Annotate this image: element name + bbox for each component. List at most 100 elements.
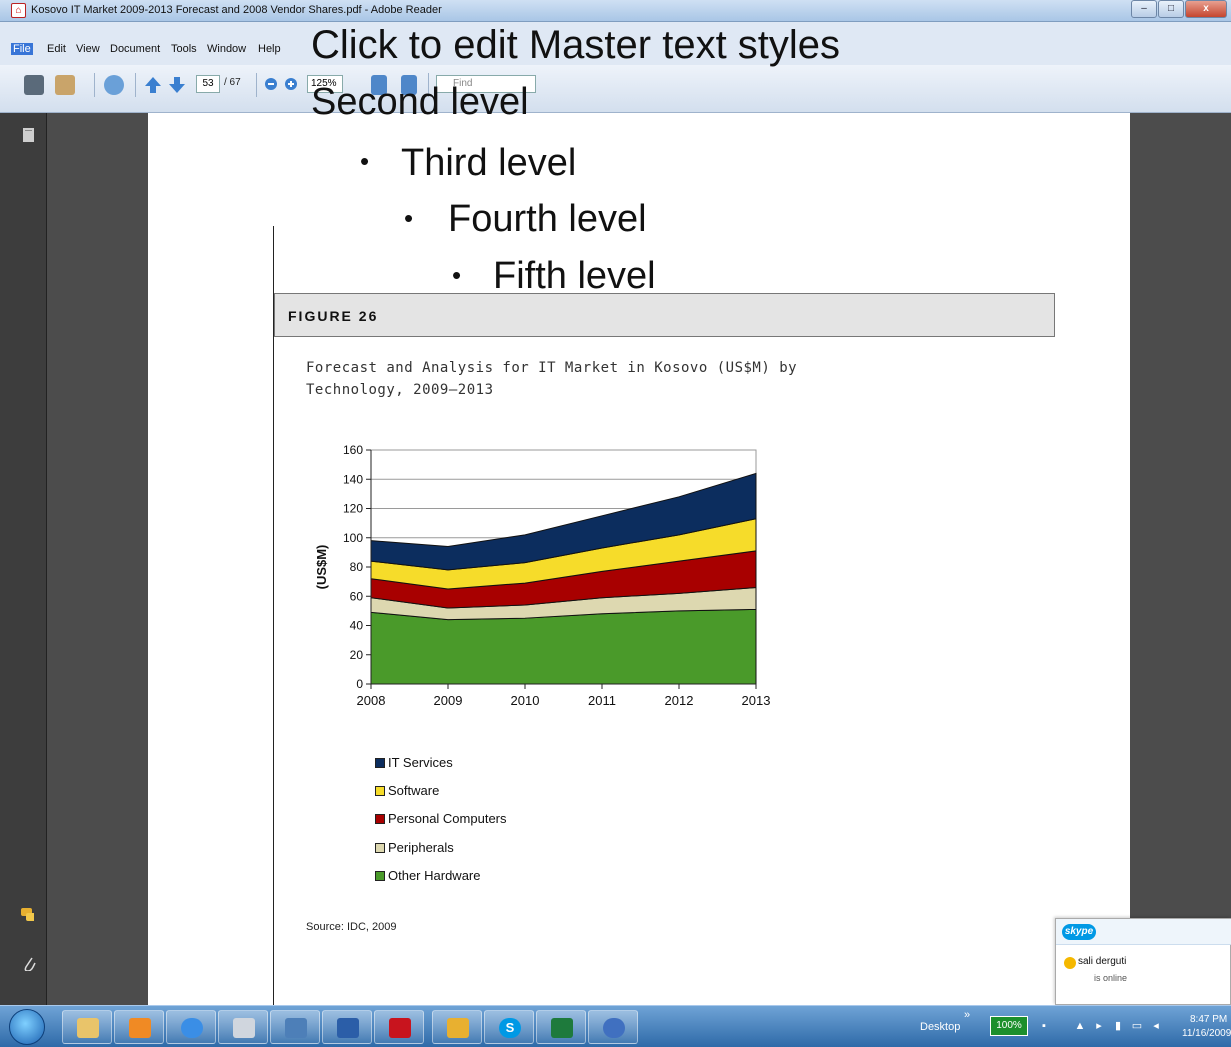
- show-hidden-icons[interactable]: ▲: [1074, 1019, 1086, 1033]
- bullet-level-5: •: [452, 260, 462, 290]
- action-center-flag-icon[interactable]: ▸: [1093, 1019, 1105, 1033]
- y-tick-label: 160: [343, 443, 363, 457]
- figure-caption-line-1: Forecast and Analysis for IT Market in K…: [306, 360, 798, 376]
- menu-file[interactable]: File: [11, 43, 33, 55]
- legend-label: Software: [388, 783, 440, 798]
- toolbar-chevron-icon[interactable]: »: [964, 1009, 970, 1021]
- previous-page-icon[interactable]: [144, 76, 162, 94]
- taskbar-calculator[interactable]: [218, 1010, 268, 1044]
- word-icon: [337, 1018, 359, 1038]
- master-level-2: Second level: [311, 81, 529, 123]
- y-tick-label: 120: [343, 502, 363, 516]
- taskbar-media-center[interactable]: [114, 1010, 164, 1044]
- x-tick-label: 2008: [357, 693, 386, 708]
- legend-swatch: [375, 758, 385, 768]
- y-tick-label: 100: [343, 531, 363, 545]
- taskbar-word[interactable]: [322, 1010, 372, 1044]
- outlook-icon: [447, 1018, 469, 1038]
- adobe-reader-icon: [389, 1018, 411, 1038]
- y-tick-label: 60: [350, 589, 364, 603]
- menu-tools[interactable]: Tools: [171, 43, 197, 55]
- print-icon[interactable]: [24, 75, 44, 95]
- taskbar-adobe-reader[interactable]: [374, 1010, 424, 1044]
- attachments-icon[interactable]: [22, 955, 36, 971]
- collaborate-icon[interactable]: [104, 75, 124, 95]
- document-margin-right: [1130, 113, 1231, 1005]
- menu-edit[interactable]: Edit: [47, 43, 66, 55]
- x-tick-label: 2011: [588, 693, 616, 708]
- master-title: Click to edit Master text styles: [311, 23, 841, 67]
- skype-logo-icon: skype: [1062, 924, 1096, 940]
- battery-indicator[interactable]: 100%: [990, 1016, 1028, 1036]
- legend-label: IT Services: [388, 755, 453, 770]
- calculator-icon: [233, 1018, 255, 1038]
- online-status-icon: [1064, 957, 1076, 969]
- taskbar-explorer[interactable]: [62, 1010, 112, 1044]
- figure-source: Source: IDC, 2009: [306, 921, 397, 933]
- area-other-hardware: [370, 608, 757, 685]
- page-vertical-rule: [273, 226, 274, 1005]
- title-bar: ⌂ Kosovo IT Market 2009-2013 Forecast an…: [0, 0, 1231, 22]
- zoom-in-icon[interactable]: [284, 77, 298, 91]
- taskbar-skype[interactable]: S: [484, 1010, 534, 1044]
- window-controls: – □ x: [1130, 0, 1227, 20]
- skype-contact-name[interactable]: sali derguti: [1078, 956, 1126, 967]
- next-page-icon[interactable]: [168, 76, 186, 94]
- menu-view[interactable]: View: [76, 43, 100, 55]
- y-tick-label: 140: [343, 472, 363, 486]
- folder-icon: [77, 1018, 99, 1038]
- create-pdf-icon[interactable]: [55, 75, 75, 95]
- toolbar-separator: [256, 73, 257, 97]
- master-level-3: Third level: [401, 142, 577, 184]
- internet-explorer-icon: [181, 1018, 203, 1038]
- figure-header: FIGURE 26: [274, 293, 1055, 337]
- y-tick-label: 80: [350, 560, 364, 574]
- bullet-level-3: •: [360, 146, 370, 176]
- legend-swatch: [375, 843, 385, 853]
- clock-date[interactable]: 11/16/2009: [1182, 1028, 1231, 1039]
- y-tick-label: 40: [350, 619, 364, 633]
- skype-notification[interactable]: skype sali derguti is online: [1055, 918, 1231, 1005]
- taskbar-app[interactable]: [270, 1010, 320, 1044]
- minimize-button[interactable]: –: [1131, 0, 1157, 18]
- power-plug-icon[interactable]: ▪: [1038, 1019, 1050, 1033]
- legend-swatch: [375, 871, 385, 881]
- legend-swatch: [375, 814, 385, 824]
- taskbar-outlook[interactable]: [432, 1010, 482, 1044]
- comments-icon[interactable]: [20, 907, 34, 923]
- taskbar-internet-explorer[interactable]: [166, 1010, 216, 1044]
- document-margin-left: [47, 113, 148, 1005]
- pages-icon[interactable]: [22, 127, 36, 143]
- close-button[interactable]: x: [1185, 0, 1227, 18]
- taskbar: S Desktop » 100% ▪ ▲ ▸ ▮ ▭ ◂ 8:47 PM 11/…: [0, 1005, 1231, 1047]
- legend-label: Peripherals: [388, 840, 454, 855]
- device-icon[interactable]: ▮: [1112, 1019, 1124, 1033]
- legend-label: Personal Computers: [388, 811, 507, 826]
- network-icon[interactable]: ▭: [1131, 1019, 1143, 1033]
- x-tick-label: 2010: [511, 693, 540, 708]
- figure-caption: Forecast and Analysis for IT Market in K…: [306, 357, 797, 401]
- page-number-input[interactable]: 53: [196, 75, 220, 93]
- y-tick-label: 0: [356, 677, 363, 691]
- y-tick-label: 20: [350, 648, 364, 662]
- clock-time[interactable]: 8:47 PM: [1190, 1014, 1227, 1025]
- menu-help[interactable]: Help: [258, 43, 281, 55]
- start-button[interactable]: [9, 1009, 45, 1045]
- taskbar-excel[interactable]: [536, 1010, 586, 1044]
- media-player-icon: [603, 1018, 625, 1038]
- zoom-out-icon[interactable]: [264, 77, 278, 91]
- menu-document[interactable]: Document: [110, 43, 160, 55]
- toolbar: 53 / 67 125% Find: [0, 65, 1231, 113]
- maximize-button[interactable]: □: [1158, 0, 1184, 18]
- menu-window[interactable]: Window: [207, 43, 246, 55]
- app-icon: [285, 1018, 307, 1038]
- page-total: / 67: [224, 77, 241, 88]
- desktop-toolbar-label[interactable]: Desktop: [920, 1021, 960, 1033]
- taskbar-media-player[interactable]: [588, 1010, 638, 1044]
- navigation-panel: [0, 113, 47, 1005]
- skype-header: skype: [1056, 919, 1231, 945]
- chart-canvas: 0 20 40 60 80 100 120 140 160 2008 2009 2010 2011 201…: [314, 443, 771, 708]
- volume-icon[interactable]: ◂: [1150, 1019, 1162, 1033]
- x-tick-label: 2013: [742, 693, 771, 708]
- legend-label: Other Hardware: [388, 868, 481, 883]
